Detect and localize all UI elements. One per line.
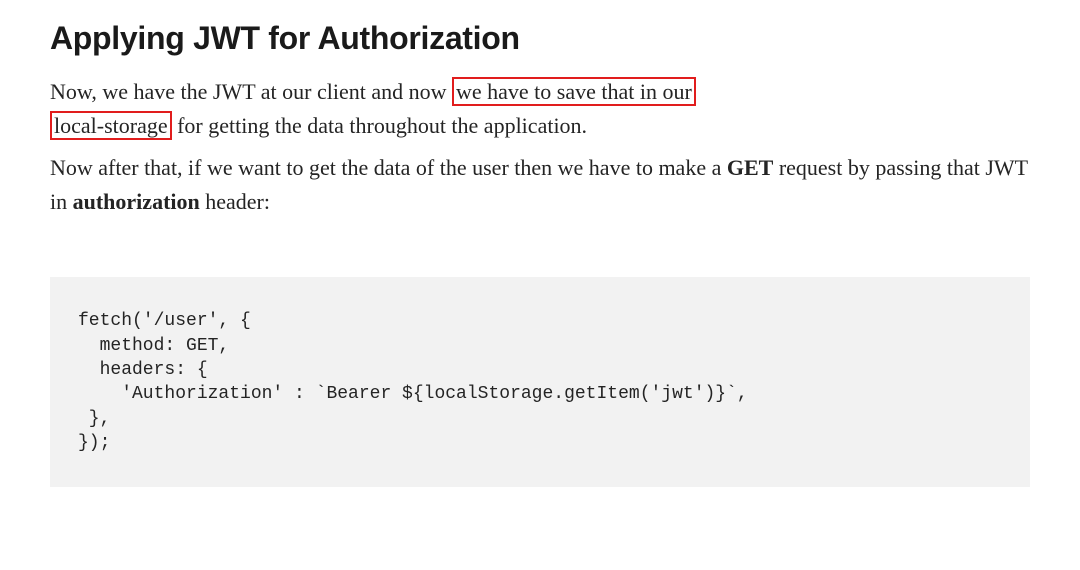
highlight-phrase-2: local-storage: [50, 111, 172, 140]
bold-authorization: authorization: [73, 189, 200, 214]
bold-get: GET: [727, 155, 773, 180]
para2-text-3: header:: [200, 189, 270, 214]
code-block[interactable]: fetch('/user', { method: GET, headers: {…: [50, 277, 1030, 487]
paragraph-2: Now after that, if we want to get the da…: [50, 151, 1030, 219]
highlight-phrase-1: we have to save that in our: [452, 77, 696, 106]
paragraph-1: Now, we have the JWT at our client and n…: [50, 75, 1030, 143]
section-heading: Applying JWT for Authorization: [50, 20, 1030, 57]
para1-text-1: Now, we have the JWT at our client and n…: [50, 79, 452, 104]
para2-text-1: Now after that, if we want to get the da…: [50, 155, 727, 180]
para1-text-2: for getting the data throughout the appl…: [172, 113, 587, 138]
